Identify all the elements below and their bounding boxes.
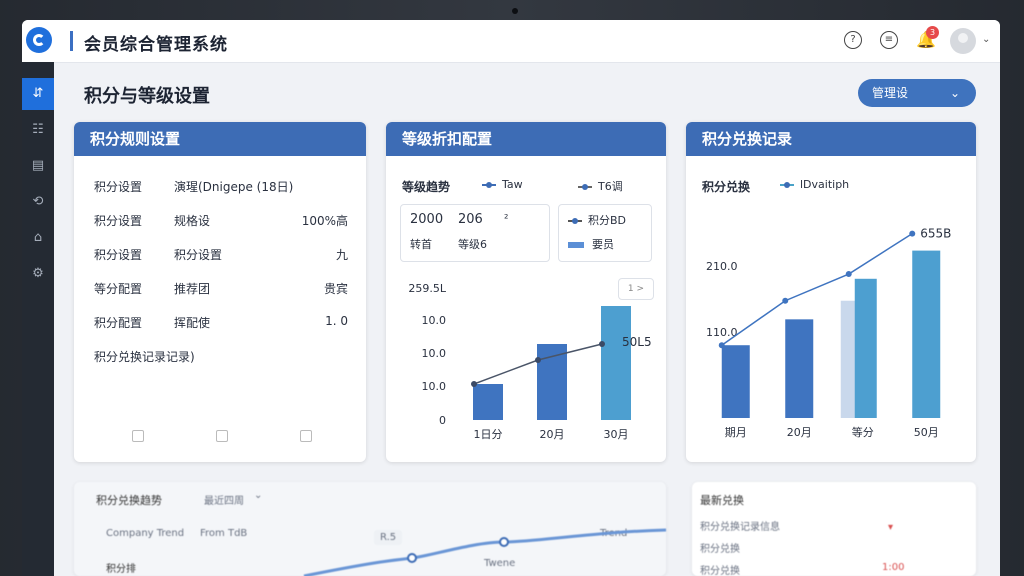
rule-value: 推荐团 [174, 282, 211, 296]
x-tick-label: 20月 [540, 428, 565, 441]
rule-label: 积分配置 [94, 316, 143, 330]
camera-dot [512, 8, 518, 14]
avatar[interactable] [950, 28, 976, 54]
y-tick-label: 10.0 [422, 347, 447, 360]
rule-value: 演瑆(Dnigepe (18⽇) [174, 180, 294, 194]
help-icon[interactable]: ? [844, 31, 862, 49]
latest-exchange-panel: 最新兑换 积分兑换记录信息 积分兑换 积分兑换 ▾ 1:00 [692, 482, 976, 576]
bar-shadow [840, 300, 857, 418]
title-accent [70, 31, 73, 51]
level-trend-chart: 0 10.0 10.0 10.0 259.5L 1日分 20月 30月 50L5 [408, 282, 652, 441]
rule-extra: 九 [335, 248, 348, 262]
x-tick-label: 30月 [604, 428, 629, 441]
bar [473, 384, 503, 420]
manage-dropdown-button[interactable]: 管理设 ⌄ [858, 79, 976, 107]
y-tick-label: 10.0 [422, 380, 447, 393]
card-header: 积分规则设置 [74, 122, 366, 156]
exchange-trend-panel: 积分兑换趋势 最近四周 ⌄ Company Trend From TdB R.5… [74, 482, 667, 576]
rule-extra: 1. 0 [325, 314, 348, 328]
message-icon[interactable]: ≡ [880, 31, 898, 49]
app-logo-icon[interactable] [26, 27, 52, 53]
exchange-record-card: 积分兑换记录 积分兑换 lDvaitiph 110.0 210.0 期月 20月 等分 5… [686, 122, 976, 462]
peak-label: 655B [920, 227, 951, 241]
sidebar-item-sync[interactable]: ⟲ [22, 186, 54, 218]
panel-title: 最新兑换 [700, 494, 744, 507]
bar [601, 306, 631, 420]
rule-label: 积分设置 [94, 214, 143, 228]
rule-extra: 贵宾 [323, 282, 348, 296]
y-tick-label: 210.0 [706, 260, 738, 273]
points-rules-card: 积分规则设置 积分设置 演瑆(Dnigepe (18⽇) 积分设置 规格设 10… [74, 122, 366, 462]
bar [721, 345, 750, 418]
line-point [535, 357, 541, 363]
y-tick-label: 259.5L [408, 282, 446, 295]
line-point [845, 271, 852, 278]
y-tick-label: 0 [439, 414, 446, 427]
rule-label: 积分设置 [94, 180, 143, 194]
rule-value: 挥配使 [174, 316, 211, 330]
table-icon[interactable] [300, 430, 312, 442]
line-point [718, 342, 725, 349]
bar [912, 250, 941, 418]
exchange-chart: 110.0210.0期月 20月 等分 50月655B [706, 227, 951, 439]
line-point [599, 341, 605, 347]
x-tick-label: 等分 [852, 425, 874, 439]
x-tick-label: 期月 [725, 426, 747, 439]
bar [537, 344, 567, 420]
sidebar-item-points[interactable]: ⇵ [22, 78, 54, 110]
sidebar-item-list[interactable]: ▤ [22, 150, 54, 182]
x-tick-label: 20月 [787, 426, 812, 439]
app-title: 会员综合管理系统 [84, 35, 228, 55]
list-item[interactable]: 积分兑换 [700, 540, 740, 555]
line-point [782, 297, 789, 304]
x-tick-label: 50月 [914, 426, 939, 439]
list-item[interactable]: 积分兑换 [700, 562, 740, 576]
app-window: 会员综合管理系统 ? ≡ 🔔 3 ⌄ ⇵ ☷ ▤ ⟲ ⌂ ⚙ 积分与等级设置 管… [22, 20, 1000, 576]
rule-value: 规格设 [174, 214, 211, 228]
rule-label: 等分配置 [94, 282, 143, 296]
bar [854, 278, 877, 418]
chevron-down-icon: ⌄ [949, 86, 960, 100]
camera-icon[interactable] [132, 430, 144, 442]
peak-label: 50L5 [622, 335, 652, 349]
sidebar-item-home[interactable]: ⌂ [22, 222, 54, 254]
y-tick-label: 10.0 [422, 314, 447, 327]
grid-icon[interactable] [216, 430, 228, 442]
sidebar-item-settings[interactable]: ⚙ [22, 258, 54, 290]
notification-badge: 3 [926, 26, 939, 39]
trend-line [721, 232, 913, 346]
chevron-down-icon[interactable]: ⌄ [982, 34, 990, 45]
sidebar: ⇵ ☷ ▤ ⟲ ⌂ ⚙ [22, 62, 54, 576]
status-icon: ▾ [888, 522, 894, 533]
rule-value: 积分设置 [174, 248, 223, 262]
line-point [909, 230, 916, 237]
status-value: 1:00 [882, 562, 905, 573]
top-bar: 会员综合管理系统 ? ≡ 🔔 3 ⌄ [22, 20, 1000, 63]
line-point [471, 381, 477, 387]
trend-line [303, 528, 667, 576]
sidebar-item-reports[interactable]: ☷ [22, 114, 54, 146]
list-item[interactable]: 积分兑换记录信息 [700, 518, 780, 533]
rule-label: 积分设置 [94, 248, 143, 262]
exchange-record-link[interactable]: 积分兑换记录记录) [94, 348, 195, 365]
level-discount-card: 等级折扣配置 等级趋势 Taw T6调 2000 206 ² 转首 等级6 积分… [386, 122, 666, 462]
rule-extra: 100%高 [301, 214, 348, 228]
x-tick-label: 1日分 [474, 428, 503, 441]
bar [785, 319, 814, 418]
manage-button-label: 管理设 [872, 86, 909, 100]
page-title: 积分与等级设置 [84, 86, 210, 107]
